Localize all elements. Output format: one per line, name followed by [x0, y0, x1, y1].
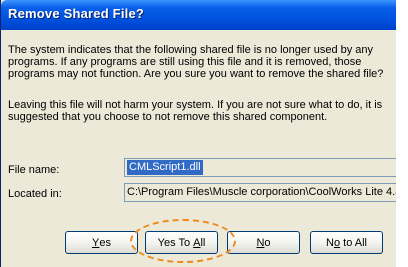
no-to-all-label-suffix: to All: [340, 236, 367, 249]
file-name-label: File name:: [8, 164, 60, 176]
yes-to-all-label-suffix: ll: [200, 236, 206, 249]
located-in-value: C:\Program Files\Muscle corporation\Cool…: [127, 186, 396, 198]
no-mnemonic: N: [256, 236, 265, 249]
located-in-field[interactable]: C:\Program Files\Muscle corporation\Cool…: [124, 183, 396, 202]
dialog-title: Remove Shared File?: [8, 6, 145, 21]
no-label-suffix: o: [264, 236, 271, 249]
file-name-field[interactable]: CMLScript1.dll: [124, 158, 396, 177]
title-bar[interactable]: Remove Shared File?: [1, 0, 396, 30]
yes-to-all-mnemonic: A: [193, 236, 201, 249]
file-name-value: CMLScript1.dll: [127, 160, 203, 175]
yes-label-suffix: es: [99, 236, 111, 249]
yes-to-all-button[interactable]: Yes To All: [145, 231, 218, 254]
yes-button[interactable]: Yes: [65, 231, 138, 254]
no-button[interactable]: No: [227, 231, 300, 254]
message-text: The system indicates that the following …: [8, 44, 384, 80]
no-to-all-button[interactable]: No to All: [310, 231, 383, 254]
yes-to-all-label-prefix: Yes To: [157, 236, 194, 249]
remove-shared-file-dialog: Remove Shared File? The system indicates…: [0, 0, 396, 267]
yes-mnemonic: Y: [92, 236, 100, 249]
no-to-all-label-prefix: N: [326, 236, 334, 249]
located-in-label: Located in:: [8, 188, 62, 200]
advice-text: Leaving this file will not harm your sys…: [8, 99, 383, 123]
